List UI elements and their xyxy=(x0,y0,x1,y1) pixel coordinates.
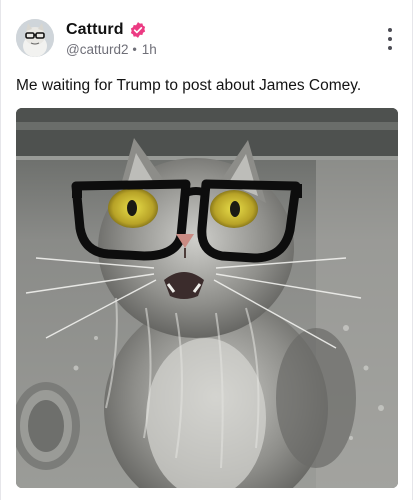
avatar[interactable] xyxy=(16,19,54,57)
verified-badge-icon xyxy=(129,21,147,39)
post-timestamp[interactable]: 1h xyxy=(142,42,157,57)
post-image[interactable] xyxy=(16,108,398,488)
author-meta-row: @catturd2 • 1h xyxy=(66,41,157,57)
vertical-ellipsis-icon[interactable] xyxy=(382,28,398,50)
menu-dot xyxy=(388,37,392,41)
author-display-name[interactable]: Catturd xyxy=(66,21,124,39)
post-header: Catturd @catturd2 • 1h xyxy=(1,0,412,66)
menu-dot xyxy=(388,28,392,32)
menu-dot xyxy=(388,46,392,50)
post-text: Me waiting for Trump to post about James… xyxy=(16,77,362,94)
author-name-row: Catturd xyxy=(66,20,147,40)
post-card: Catturd @catturd2 • 1h Me waiting for Tr… xyxy=(0,0,413,500)
author-handle[interactable]: @catturd2 xyxy=(66,42,128,57)
meta-separator: • xyxy=(132,42,137,56)
wet-cat-with-glasses-image xyxy=(16,108,398,488)
avatar-image xyxy=(16,19,54,57)
